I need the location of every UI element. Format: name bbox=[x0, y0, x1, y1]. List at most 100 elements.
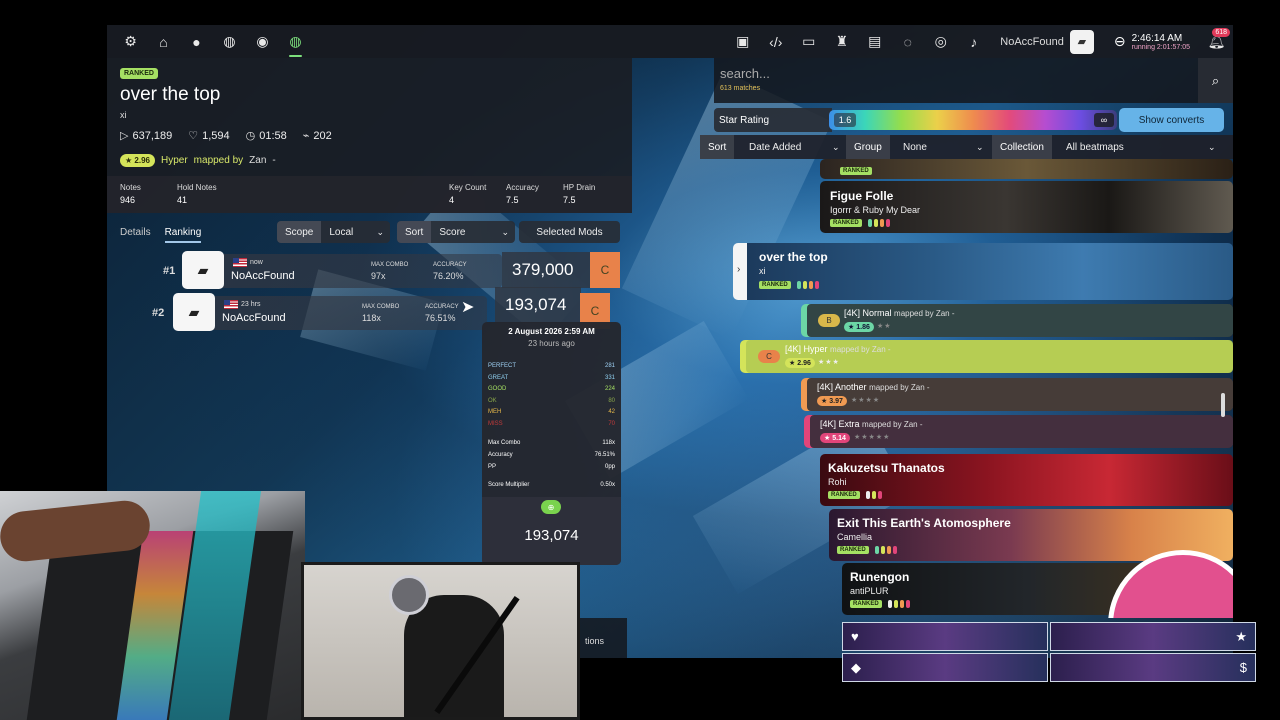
star-rating-pill: ★ 2.96 bbox=[120, 154, 155, 167]
status-badge: RANKED bbox=[840, 167, 872, 175]
difficulty-dots bbox=[888, 600, 910, 608]
score-combo: 97x bbox=[371, 271, 386, 281]
music-icon[interactable]: ♪ bbox=[957, 25, 990, 58]
globe-icon[interactable]: ◎ bbox=[924, 25, 957, 58]
star-rating-pill: ★ 3.97 bbox=[817, 396, 847, 406]
mapper-dash: - bbox=[272, 155, 276, 166]
difficulty-dots bbox=[866, 491, 882, 499]
metronome-icon: ⌁ bbox=[302, 130, 310, 142]
selected-mods-button[interactable]: Selected Mods bbox=[519, 221, 620, 243]
taiko-mode-icon[interactable]: ◍ bbox=[213, 25, 246, 58]
search-input[interactable]: search... bbox=[720, 66, 770, 81]
collection-dropdown[interactable]: All beatmaps bbox=[1066, 135, 1124, 159]
rss-icon[interactable]: ▣ bbox=[726, 25, 759, 58]
chevron-down-icon: ⌄ bbox=[376, 226, 384, 237]
notification-count: 618 bbox=[1212, 28, 1230, 37]
star-min-handle[interactable]: 1.6 bbox=[834, 113, 856, 127]
difficulty-row: ★ 2.96 Hyper mapped by Zan - bbox=[120, 154, 276, 167]
clock-icon: ⊖ bbox=[1113, 33, 1126, 49]
avatar: ▰ bbox=[182, 251, 224, 289]
catch-mode-icon[interactable]: ◉ bbox=[246, 25, 279, 58]
beatmap-counts: Notes 946 Hold Notes 41 Key Count 4 Accurac… bbox=[107, 176, 632, 213]
song-artist: xi bbox=[120, 110, 127, 120]
star-icons: ★★ bbox=[877, 323, 892, 330]
plays-stat: ▷ 637,189 bbox=[120, 130, 173, 142]
star-icons: ★★★ bbox=[818, 359, 840, 366]
dollar-button[interactable]: $ bbox=[1050, 653, 1256, 682]
star-rating-filter: Star Rating 1.6 ∞ Show converts bbox=[714, 108, 1233, 132]
star-button[interactable]: ★ bbox=[1050, 622, 1256, 651]
webcam-face bbox=[301, 562, 580, 720]
scope-dropdown[interactable]: Scope Local ⌄ bbox=[277, 221, 390, 243]
star-rating-slider[interactable]: 1.6 ∞ bbox=[829, 110, 1117, 130]
star-rating-pill: ★ 2.96 bbox=[785, 358, 815, 368]
difficulty-card-extra[interactable]: [4K] Extra mapped by Zan - ★ 5.14 ★★★★★ bbox=[804, 415, 1233, 448]
heart-icon: ♥ bbox=[851, 629, 859, 644]
toolbar-right: ▣ ‹/› ▭ ♜ ▤ ◌ ◎ ♪ NoAccFound ▰ ⊖ 2:46:14… bbox=[726, 25, 1233, 58]
beatmap-set-card[interactable]: Figue Folle Igorrr & Ruby My Dear RANKED bbox=[820, 181, 1233, 233]
diamond-button[interactable]: ◆ bbox=[842, 653, 1048, 682]
username: NoAccFound bbox=[1000, 35, 1064, 48]
tab-details[interactable]: Details bbox=[120, 227, 151, 243]
mania-mode-icon[interactable]: ◍ bbox=[279, 25, 312, 58]
beatmap-artist: xi bbox=[759, 266, 766, 276]
top-toolbar: ⚙ ⌂ ● ◍ ◉ ◍ ▣ ‹/› ▭ ♜ ▤ ◌ ◎ ♪ NoAccFound… bbox=[107, 25, 1233, 58]
tooltip-pp: PP 0pp bbox=[488, 464, 615, 470]
song-title: over the top bbox=[120, 84, 221, 105]
difficulty-name: [4K] Another mapped by Zan - bbox=[817, 382, 930, 392]
mapper-name[interactable]: Zan bbox=[249, 155, 266, 166]
clock-button[interactable]: ⊖ 2:46:14 AM running 2:01:57:05 bbox=[1104, 33, 1200, 51]
chat-icon[interactable]: ◌ bbox=[891, 25, 924, 58]
score-time: now bbox=[233, 258, 263, 267]
length-stat: ◷ 01:58 bbox=[245, 130, 287, 142]
difficulty-card-normal[interactable]: B [4K] Normal mapped by Zan - ★ 1.86 ★★ bbox=[801, 304, 1233, 337]
notification-bell-icon[interactable]: 🔔︎ 618 bbox=[1200, 25, 1233, 58]
star-rating-pill: ★ 5.14 bbox=[820, 433, 850, 443]
search-icon[interactable]: ⌕ bbox=[1198, 58, 1233, 103]
favourites-stat: ♡ 1,594 bbox=[188, 130, 230, 142]
heart-button[interactable]: ♥ bbox=[842, 622, 1048, 651]
difficulty-name: [4K] Extra mapped by Zan - bbox=[820, 419, 923, 429]
tooltip-multiplier: Score Multiplier 0.50x bbox=[488, 482, 615, 488]
beatmap-set-card-selected[interactable]: › over the top xi RANKED bbox=[733, 243, 1233, 300]
group-label: Group bbox=[846, 135, 890, 159]
score-player-name[interactable]: NoAccFound bbox=[231, 270, 295, 282]
difficulty-card-hyper[interactable]: C [4K] Hyper mapped by Zan - ★ 2.96 ★★★ bbox=[740, 340, 1233, 373]
difficulty-dots bbox=[868, 219, 890, 227]
gear-icon[interactable]: ⚙ bbox=[114, 25, 147, 58]
judgement-row: MEH 42 bbox=[488, 409, 615, 415]
ranking-icon[interactable]: ♜ bbox=[825, 25, 858, 58]
beatmap-set-card[interactable]: Kakuzetsu Thanatos Rohi RANKED bbox=[820, 454, 1233, 506]
scrollbar[interactable] bbox=[1221, 393, 1225, 417]
chevron-down-icon: ⌄ bbox=[501, 226, 509, 237]
tab-ranking[interactable]: Ranking bbox=[164, 227, 202, 243]
us-flag-icon bbox=[224, 300, 238, 309]
stat-accuracy: Accuracy 7.5 bbox=[506, 183, 539, 205]
beatmap-set-card[interactable]: RANKED bbox=[820, 159, 1233, 179]
home-icon[interactable]: ⌂ bbox=[147, 25, 180, 58]
difficulty-card-another[interactable]: [4K] Another mapped by Zan - ★ 3.97 ★★★★ bbox=[801, 378, 1233, 411]
score-value: 193,074 bbox=[495, 287, 581, 323]
beatmap-set-card[interactable]: Runengon antiPLUR RANKED bbox=[842, 563, 1152, 615]
star-max-handle[interactable]: ∞ bbox=[1094, 113, 1114, 127]
score-time: 23 hrs bbox=[224, 300, 260, 309]
scope-value: Local bbox=[329, 226, 354, 238]
group-dropdown[interactable]: None bbox=[903, 135, 927, 159]
search-panel: search... 613 matches ⌕ bbox=[714, 58, 1233, 103]
sort-dropdown[interactable]: Sort Score ⌄ bbox=[397, 221, 515, 243]
wiki-icon[interactable]: ▤ bbox=[858, 25, 891, 58]
code-icon[interactable]: ‹/› bbox=[759, 25, 792, 58]
osu-mode-icon[interactable]: ● bbox=[180, 25, 213, 58]
options-button-label[interactable]: tions bbox=[585, 636, 604, 646]
star-icon: ★ bbox=[1235, 628, 1247, 644]
show-converts-button[interactable]: Show converts bbox=[1119, 108, 1224, 132]
scope-label: Scope bbox=[277, 221, 322, 243]
stat-hp-drain: HP Drain 7.5 bbox=[563, 183, 596, 205]
score-player-name[interactable]: NoAccFound bbox=[222, 312, 286, 324]
collection-label: Collection bbox=[992, 135, 1052, 159]
osu-logo[interactable] bbox=[1108, 550, 1233, 618]
sort-dropdown[interactable]: Date Added bbox=[749, 135, 801, 159]
chevron-down-icon: ⌄ bbox=[1208, 141, 1216, 152]
tv-icon[interactable]: ▭ bbox=[792, 25, 825, 58]
user-button[interactable]: NoAccFound ▰ bbox=[990, 29, 1104, 54]
